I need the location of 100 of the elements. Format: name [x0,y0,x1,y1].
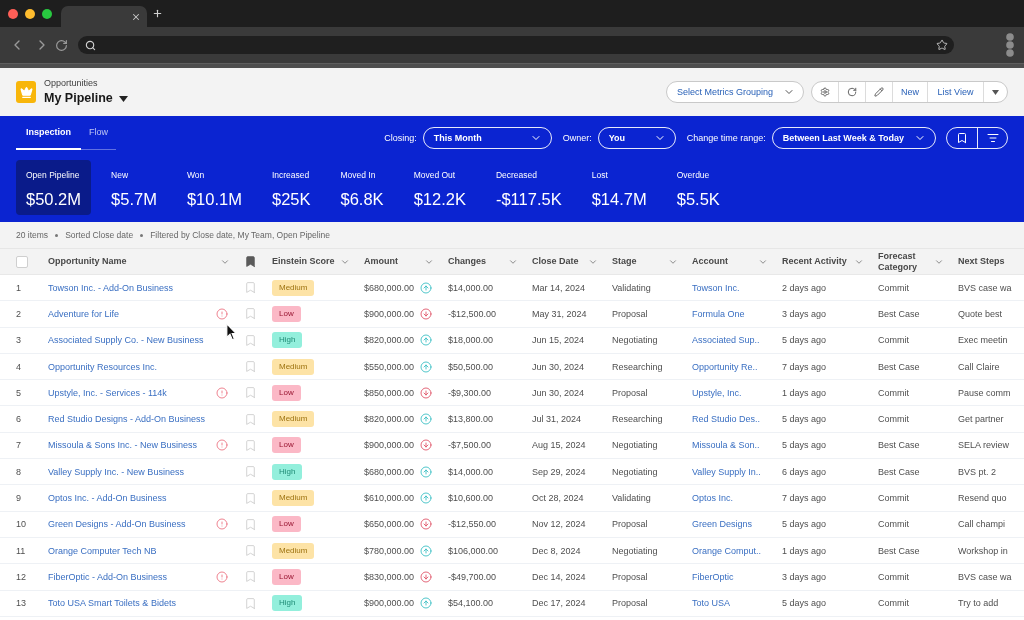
close-date-text: Aug 15, 2024 [532,440,586,451]
account-link[interactable]: Orange Comput.. [692,545,762,556]
next-steps-text: Pause comm [958,387,1011,398]
opportunity-link[interactable]: Upstyle, Inc. - Services - 114k [48,387,167,398]
caret-down-icon [992,89,999,95]
account-link[interactable]: Formula One [692,308,745,319]
bullet-icon [140,233,144,237]
metrics-grouping-select[interactable]: Select Metrics Grouping [665,81,804,103]
account-link[interactable]: Green Designs [692,519,753,530]
close-date-text: Dec 17, 2024 [532,598,586,609]
metric-tile[interactable]: Won $10.1M [176,160,252,215]
column-heading: Forecast Category [878,250,918,273]
toolbar-button[interactable]: List View [927,82,983,102]
close-date-text: Jun 30, 2024 [532,387,585,398]
window-maximize-button[interactable] [42,8,52,19]
metric-tile[interactable]: Moved In $6.8K [330,160,394,215]
more-icon[interactable] [1006,33,1014,57]
change-amount-text: -$9,300.00 [448,387,492,398]
row-number: 2 [16,308,21,319]
metric-tile[interactable]: Overdue $5.5K [666,160,730,215]
caret-down-icon[interactable] [118,95,128,102]
metric-tile[interactable]: Decreased -$117.5K [485,160,572,215]
close-date-text: May 31, 2024 [532,308,587,319]
opportunity-link[interactable]: Toto USA Smart Toilets & Bidets [48,598,176,609]
view-tab[interactable]: Inspection [16,116,81,150]
column-heading: Amount [364,256,398,267]
account-link[interactable]: Optos Inc. [692,493,734,503]
metric-tile[interactable]: Lost $14.7M [581,160,657,215]
change-amount-text: $10,600.00 [448,493,494,503]
filter-icon [986,132,999,144]
metric-tile[interactable]: New $5.7M [101,160,167,215]
opportunity-link[interactable]: Red Studio Designs - Add-On Business [48,414,206,425]
account-link[interactable]: Valley Supply In.. [692,466,761,477]
account-link[interactable]: Red Studio Des.. [692,414,761,425]
opportunity-link[interactable]: Associated Supply Co. - New Business [48,335,204,346]
row-number: 11 [16,545,26,556]
list-view-title: My Pipeline [44,91,113,106]
reload-icon[interactable] [55,38,68,52]
account-link[interactable]: Associated Sup.. [692,335,760,346]
next-steps-text: Exec meetin [958,335,1008,346]
forecast-category-text: Commit [878,598,909,609]
metric-tile[interactable]: Increased $25K [261,160,321,215]
toolbar-button[interactable]: New [892,82,927,102]
close-date-text: Jun 30, 2024 [532,361,585,372]
opportunity-link[interactable]: Optos Inc. - Add-On Business [48,493,167,503]
recent-activity-text: 1 days ago [782,545,827,556]
amount-text: $830,000.00 [364,571,415,582]
opportunity-link[interactable]: Orange Computer Tech NB [48,545,157,556]
stage-text: Validating [612,493,651,503]
change-amount-text: $54,100.00 [448,598,494,609]
window-close-button[interactable] [8,8,18,19]
forecast-category-text: Best Case [878,308,920,319]
forecast-category-text: Commit [878,571,909,582]
opportunity-link[interactable]: Towson Inc. - Add-On Business [48,282,174,293]
account-link[interactable]: FiberOptic [692,571,734,582]
column-heading: Einstein Score [272,256,335,267]
metric-tile[interactable]: Moved Out $12.2K [403,160,476,215]
recent-activity-text: 2 days ago [782,282,827,293]
amount-text: $780,000.00 [364,545,415,556]
opportunity-link[interactable]: Adventure for Life [48,308,120,319]
select-all-checkbox[interactable] [16,255,28,268]
forecast-category-text: Best Case [878,440,920,451]
amount-text: $820,000.00 [364,414,415,425]
address-field[interactable] [78,36,954,54]
account-link[interactable]: Opportunity Re.. [692,361,758,372]
row-number: 12 [16,571,26,582]
stage-text: Negotiating [612,466,658,477]
opportunity-link[interactable]: Opportunity Resources Inc. [48,361,158,372]
next-steps-text: BVS pt. 2 [958,466,997,477]
filter-label: Owner: [562,133,592,143]
account-link[interactable]: Missoula & Son.. [692,440,760,451]
opportunity-link[interactable]: Missoula & Sons Inc. - New Business [48,440,198,451]
close-icon[interactable] [131,11,141,22]
next-steps-text: Quote best [958,308,1003,319]
plus-icon[interactable] [152,8,163,19]
account-link[interactable]: Upstyle, Inc. [692,387,742,398]
forecast-category-text: Commit [878,387,909,398]
amount-text: $900,000.00 [364,440,415,451]
account-link[interactable]: Towson Inc. [692,282,740,293]
change-amount-text: $13,800.00 [448,414,494,425]
window-minimize-button[interactable] [25,8,35,19]
stage-text: Validating [612,282,651,293]
bookmark-icon [956,132,968,144]
row-number: 6 [16,414,21,425]
opportunity-link[interactable]: Green Designs - Add-On Business [48,519,186,530]
next-steps-text: Resend quo [958,493,1007,503]
star-icon[interactable] [936,39,948,51]
score-badge: Low [272,384,301,401]
column-heading: Recent Activity [782,256,847,267]
amount-text: $680,000.00 [364,282,415,293]
account-link[interactable]: Toto USA [692,598,731,609]
bookmark-icon[interactable] [243,255,257,268]
score-badge: High [272,463,303,480]
change-amount-text: $14,000.00 [448,282,494,293]
score-badge: Low [272,516,301,533]
opportunity-link[interactable]: Valley Supply Inc. - New Business [48,466,184,477]
metric-tile[interactable]: Open Pipeline $50.2M [16,160,92,215]
forecast-category-text: Best Case [878,545,920,556]
opportunity-link[interactable]: FiberOptic - Add-On Business [48,571,168,582]
view-tab[interactable]: Flow [81,116,117,150]
